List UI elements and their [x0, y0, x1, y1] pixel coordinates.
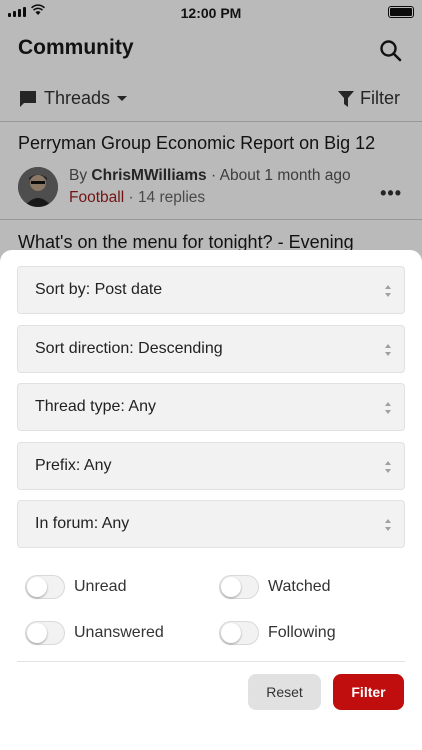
unread-toggle[interactable]: [25, 575, 65, 599]
select-arrows-icon: [385, 461, 391, 473]
following-toggle-row: Following: [219, 621, 336, 645]
unanswered-toggle-row: Unanswered: [25, 621, 164, 645]
select-label: Prefix: Any: [35, 457, 112, 474]
select-arrows-icon: [385, 285, 391, 297]
select-arrows-icon: [385, 344, 391, 356]
select-label: Thread type: Any: [35, 398, 156, 415]
select-label: Sort by: Post date: [35, 281, 163, 298]
toggle-label: Following: [268, 624, 336, 641]
following-toggle[interactable]: [219, 621, 259, 645]
thread-type-select[interactable]: Thread type: Any: [17, 383, 405, 431]
toggle-label: Unread: [74, 578, 127, 595]
filter-sheet: Sort by: Post date Sort direction: Desce…: [0, 250, 422, 750]
toggle-label: Unanswered: [74, 624, 164, 641]
watched-toggle[interactable]: [219, 575, 259, 599]
select-label: Sort direction: Descending: [35, 340, 223, 357]
select-arrows-icon: [385, 519, 391, 531]
toggle-label: Watched: [268, 578, 331, 595]
in-forum-select[interactable]: In forum: Any: [17, 500, 405, 548]
divider: [17, 661, 405, 662]
filter-button[interactable]: Filter: [333, 674, 404, 710]
unread-toggle-row: Unread: [25, 575, 126, 599]
sort-direction-select[interactable]: Sort direction: Descending: [17, 325, 405, 373]
reset-button[interactable]: Reset: [248, 674, 321, 710]
prefix-select[interactable]: Prefix: Any: [17, 442, 405, 490]
watched-toggle-row: Watched: [219, 575, 331, 599]
select-label: In forum: Any: [35, 515, 130, 532]
unanswered-toggle[interactable]: [25, 621, 65, 645]
select-arrows-icon: [385, 402, 391, 414]
sort-by-select[interactable]: Sort by: Post date: [17, 266, 405, 314]
